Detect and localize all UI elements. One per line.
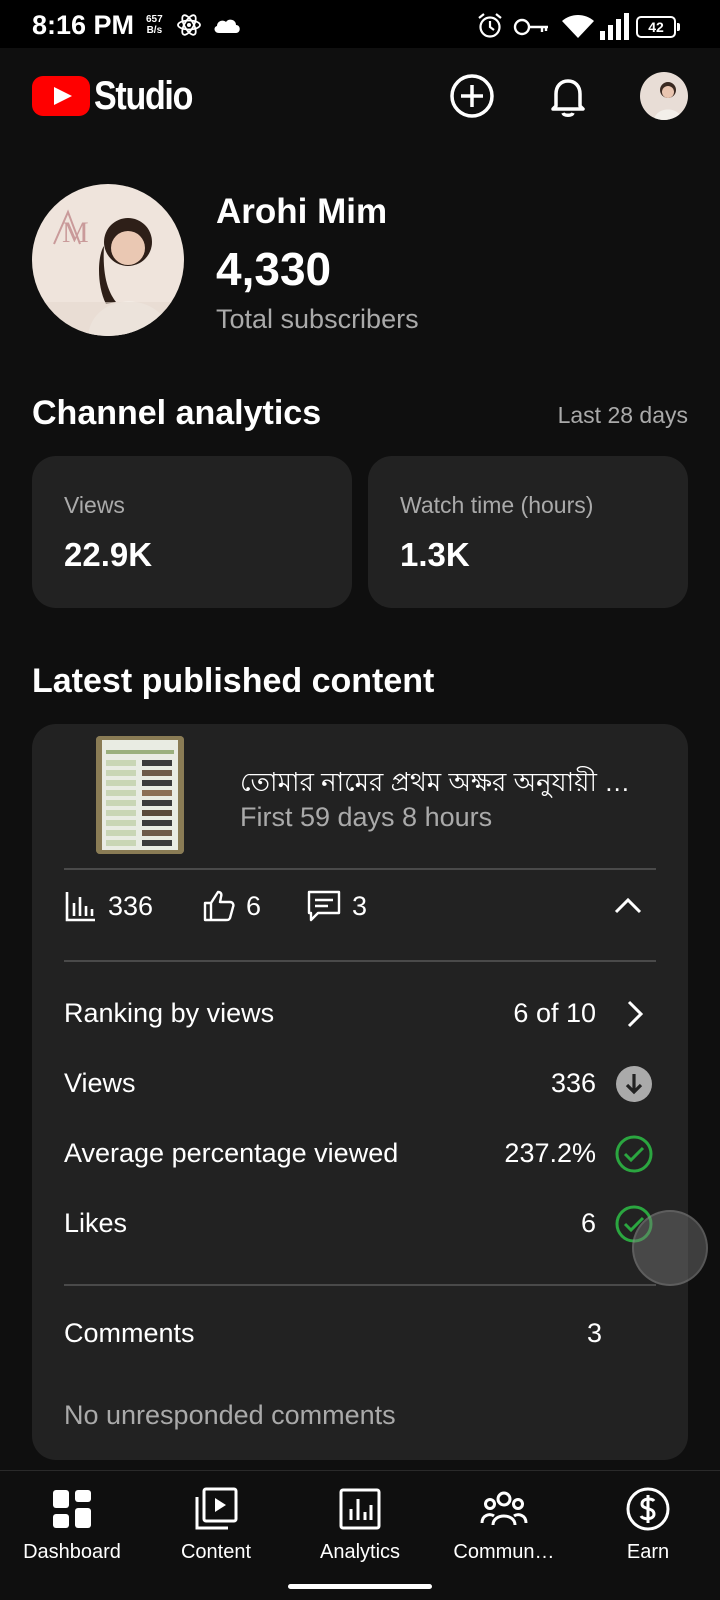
nav-label: Earn — [626, 1541, 670, 1563]
divider — [64, 1284, 656, 1286]
app-header: Studio — [0, 48, 720, 144]
metric-label: Likes — [64, 1208, 128, 1238]
subscriber-count: 4,330 — [216, 243, 332, 295]
video-age: First 59 days 8 hours — [240, 802, 493, 832]
analytics-icon — [339, 1488, 381, 1530]
create-plus-icon[interactable] — [446, 70, 498, 122]
stat-value: 22.9K — [64, 536, 153, 573]
stat-value: 1.3K — [400, 536, 470, 573]
nav-community[interactable]: Commun… — [432, 1485, 576, 1573]
comments-value: 3 — [586, 1318, 602, 1348]
bar-chart-icon — [65, 892, 95, 922]
comments-count: 3 — [352, 890, 368, 921]
comments-label: Comments — [64, 1318, 195, 1348]
brand-name: Studio — [94, 74, 193, 118]
no-unresponded-comments: No unresponded comments — [64, 1400, 396, 1430]
metric-label: Ranking by views — [64, 998, 275, 1028]
latest-content-card: তোমার নামের প্রথম অক্ষর অনুযায়ী … First… — [32, 724, 688, 1460]
status-bar: 8:16 PM 657 B/s 42 — [0, 0, 720, 48]
chevron-up-icon[interactable] — [608, 886, 648, 926]
bell-icon[interactable] — [542, 70, 594, 122]
touch-indicator — [632, 1210, 708, 1286]
earn-icon — [626, 1487, 670, 1531]
divider — [64, 868, 656, 870]
nav-label: Analytics — [319, 1541, 401, 1563]
cloud-icon — [214, 19, 240, 33]
youtube-play-icon — [32, 76, 90, 116]
analytics-title: Channel analytics — [32, 394, 322, 432]
latest-content-title: Latest published content — [32, 662, 435, 700]
metric-value: 6 of 10 — [513, 998, 596, 1028]
subscriber-label: Total subscribers — [216, 304, 419, 334]
metric-label: Average percentage viewed — [64, 1138, 399, 1168]
metric-label: Views — [64, 1068, 136, 1098]
channel-avatar-image: M — [32, 184, 184, 336]
views-mini-stat: 336 — [64, 886, 153, 926]
network-speed-value: 657 — [146, 14, 163, 25]
watch-time-card[interactable]: Watch time (hours) 1.3K — [368, 456, 688, 608]
avatar-image — [640, 72, 688, 120]
nav-label: Content — [180, 1541, 252, 1563]
dashboard-icon — [53, 1490, 91, 1528]
thumbnail-image — [96, 736, 184, 854]
chevron-right-icon[interactable] — [614, 994, 654, 1034]
account-avatar[interactable] — [640, 72, 688, 120]
network-speed: 657 B/s — [146, 14, 163, 36]
nav-dashboard[interactable]: Dashboard — [0, 1485, 144, 1573]
metric-value: 237.2% — [504, 1138, 596, 1168]
alarm-icon — [478, 13, 502, 38]
network-speed-unit: B/s — [146, 25, 163, 36]
video-thumbnail[interactable] — [96, 736, 184, 854]
views-card[interactable]: Views 22.9K — [32, 456, 352, 608]
nav-earn[interactable]: Earn — [576, 1485, 720, 1573]
views-count: 336 — [108, 890, 154, 921]
nav-analytics[interactable]: Analytics — [288, 1485, 432, 1573]
divider — [64, 960, 656, 962]
signal-icon — [600, 13, 629, 40]
battery-icon: 42 — [636, 16, 680, 38]
channel-name: Arohi Mim — [216, 192, 388, 231]
wifi-icon — [562, 15, 594, 38]
check-circle-icon — [615, 1135, 653, 1173]
home-indicator[interactable] — [288, 1584, 432, 1589]
metric-views: Views 336 — [64, 1060, 656, 1108]
metric-avg-percentage: Average percentage viewed 237.2% — [64, 1130, 656, 1178]
metric-value: 6 — [580, 1208, 596, 1238]
status-time: 8:16 PM — [32, 10, 135, 40]
bottom-navigation: Dashboard Content Analytics Commun… Earn — [0, 1470, 720, 1600]
key-icon — [513, 18, 548, 36]
stat-label: Views — [64, 492, 125, 518]
community-icon — [480, 1491, 528, 1526]
analytics-period: Last 28 days — [557, 402, 688, 428]
video-title[interactable]: তোমার নামের প্রথম অক্ষর অনুযায়ী … — [240, 762, 658, 806]
likes-count: 6 — [246, 890, 262, 921]
nav-content[interactable]: Content — [144, 1485, 288, 1573]
arrow-down-circle-icon — [616, 1066, 652, 1102]
channel-avatar[interactable]: M — [32, 184, 184, 336]
comment-icon — [307, 890, 341, 922]
thumbs-up-icon — [203, 890, 235, 922]
stat-label: Watch time (hours) — [400, 492, 594, 518]
comments-mini-stat: 3 — [306, 886, 367, 926]
atom-icon — [177, 14, 201, 36]
metric-ranking[interactable]: Ranking by views 6 of 10 — [64, 990, 656, 1038]
nav-label: Commun… — [453, 1541, 555, 1563]
comments-row[interactable]: Comments 3 — [64, 1310, 656, 1358]
content-icon — [195, 1487, 238, 1530]
likes-mini-stat: 6 — [202, 886, 261, 926]
nav-label: Dashboard — [23, 1541, 121, 1563]
metric-likes: Likes 6 — [64, 1200, 656, 1248]
metric-value: 336 — [550, 1068, 596, 1098]
